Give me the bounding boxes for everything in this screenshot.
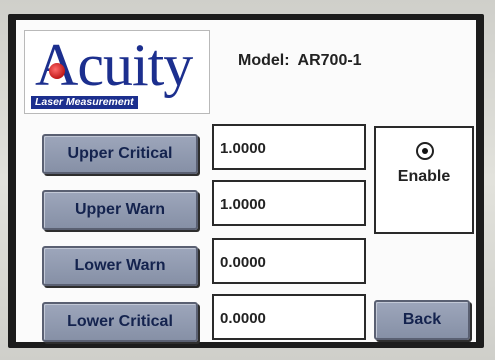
- lower-critical-button[interactable]: Lower Critical: [42, 302, 198, 342]
- upper-critical-field[interactable]: 1.0000: [212, 124, 366, 170]
- lower-critical-field[interactable]: 0.0000: [212, 294, 366, 340]
- lower-warn-field[interactable]: 0.0000: [212, 238, 366, 284]
- upper-warn-field[interactable]: 1.0000: [212, 180, 366, 226]
- logo-tagline: Laser Measurement: [31, 96, 138, 109]
- model-value: AR700-1: [297, 52, 362, 69]
- enable-label: Enable: [397, 168, 451, 185]
- acuity-logo: Acuity Laser Measurement: [24, 30, 210, 114]
- upper-warn-button[interactable]: Upper Warn: [42, 190, 198, 230]
- upper-critical-button[interactable]: Upper Critical: [42, 134, 198, 174]
- radio-selected-icon[interactable]: [416, 142, 434, 160]
- lower-warn-button[interactable]: Lower Warn: [42, 246, 198, 286]
- model-info: Model: AR700-1: [238, 52, 370, 70]
- model-label: Model:: [238, 52, 290, 69]
- back-button[interactable]: Back: [374, 300, 470, 340]
- enable-toggle[interactable]: Enable: [374, 126, 474, 234]
- laser-dot-icon: [49, 63, 65, 79]
